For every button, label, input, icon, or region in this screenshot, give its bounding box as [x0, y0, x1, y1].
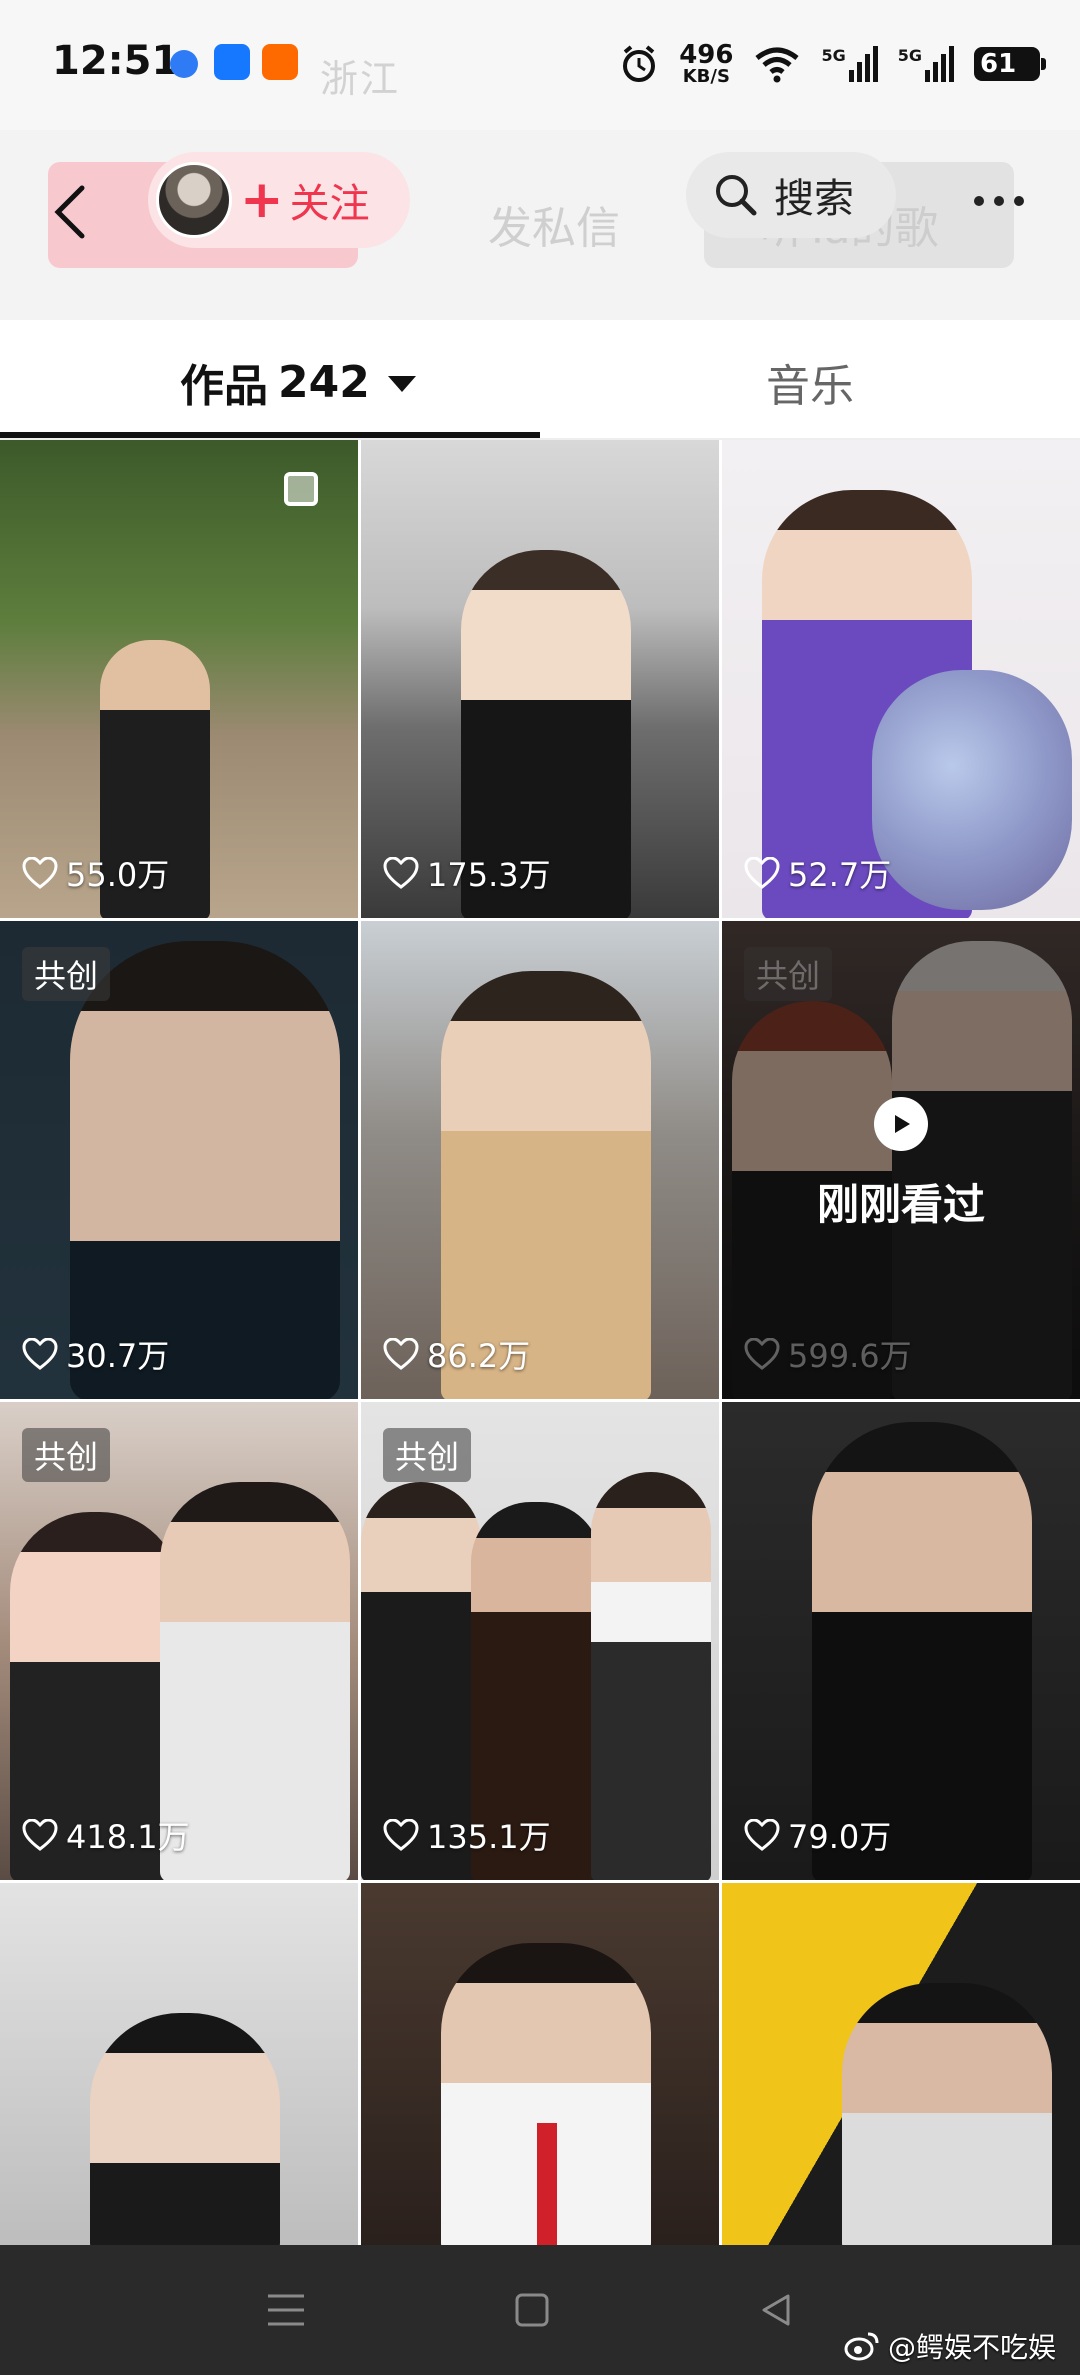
like-count: 175.3万	[383, 850, 551, 896]
heart-icon	[383, 1819, 419, 1851]
video-thumbnail[interactable]: 86.2万	[361, 921, 719, 1399]
back-triangle-icon	[762, 2294, 790, 2326]
content-tabs: 作品 242 音乐	[0, 320, 1080, 440]
co-creation-badge: 共创	[744, 947, 833, 1001]
profile-header: 发私信 听Ta的歌 + 关注 搜索	[0, 130, 1080, 320]
co-creation-badge: 共创	[383, 1428, 472, 1482]
avatar[interactable]	[156, 162, 232, 238]
video-thumbnail-seen[interactable]: 共创 刚刚看过 599.6万	[722, 921, 1080, 1399]
like-count: 135.1万	[383, 1812, 551, 1858]
network-speed: 496 KB/S	[679, 40, 734, 87]
video-thumbnail[interactable]: 共创 30.7万	[0, 921, 358, 1399]
tab-works-label: 作品	[180, 361, 268, 412]
status-time: 12:51	[52, 38, 180, 84]
co-creation-badge: 共创	[22, 947, 111, 1001]
video-thumbnail[interactable]: 79.0万	[722, 1402, 1080, 1880]
co-creation-badge: 共创	[22, 1428, 111, 1482]
heart-icon	[22, 1338, 58, 1370]
back-nav-button[interactable]	[746, 2285, 806, 2335]
tab-music[interactable]: 音乐	[766, 350, 854, 414]
app-notification-icon	[170, 50, 198, 78]
search-label: 搜索	[774, 176, 854, 222]
play-icon	[874, 1097, 928, 1151]
follow-button[interactable]: + 关注	[148, 152, 410, 248]
wifi-icon	[755, 47, 800, 83]
dot-icon	[974, 196, 984, 206]
search-button[interactable]: 搜索	[686, 152, 896, 238]
video-thumbnail[interactable]: 52.7万	[722, 440, 1080, 918]
weibo-logo-icon	[844, 2332, 879, 2361]
ghost-message-button: 发私信	[488, 203, 620, 254]
video-thumbnail[interactable]: 175.3万	[361, 440, 719, 918]
recently-viewed-label: 刚刚看过	[816, 1180, 985, 1229]
like-count: 52.7万	[744, 850, 891, 896]
video-thumbnail[interactable]: 55.0万	[0, 440, 358, 918]
back-button[interactable]	[40, 172, 100, 252]
taobao-icon	[262, 44, 298, 80]
plus-icon: +	[240, 170, 284, 230]
like-count: 30.7万	[22, 1331, 169, 1377]
battery-indicator: 61	[974, 47, 1046, 81]
heart-icon	[22, 857, 58, 889]
signal-5g-2: 5G	[898, 46, 954, 82]
heart-icon	[383, 1338, 419, 1370]
chevron-left-icon	[54, 185, 85, 239]
like-count: 55.0万	[22, 850, 169, 896]
tab-works[interactable]: 作品 242	[180, 350, 416, 414]
menu-icon	[268, 2294, 304, 2326]
alarm-icon	[623, 45, 656, 82]
more-options-button[interactable]	[964, 176, 1034, 226]
video-thumbnail[interactable]: 共创 418.1万	[0, 1402, 358, 1880]
dot-icon	[1014, 196, 1024, 206]
menu-button[interactable]	[256, 2285, 316, 2335]
video-thumbnail[interactable]: 共创 135.1万	[361, 1402, 719, 1880]
heart-icon	[744, 1338, 780, 1370]
home-square-icon	[515, 2293, 549, 2327]
dot-icon	[994, 196, 1004, 206]
weibo-watermark: @鳄娱不吃娱	[844, 2326, 1056, 2366]
home-button[interactable]	[502, 2285, 562, 2335]
like-count: 418.1万	[22, 1812, 190, 1858]
select-checkbox[interactable]	[284, 472, 318, 506]
signal-5g-1: 5G	[821, 46, 878, 82]
alipay-icon	[214, 44, 250, 80]
video-grid: 55.0万 175.3万 52.7万 共创 30.7万 86.2万 共创 刚刚看…	[0, 440, 1080, 2245]
heart-icon	[744, 1819, 780, 1851]
like-count: 86.2万	[383, 1331, 530, 1377]
follow-label: 关注	[289, 181, 370, 227]
heart-icon	[383, 857, 419, 889]
heart-icon	[22, 1819, 58, 1851]
status-bar: 浙江 12:51 496 KB/S 5G 5G 61	[0, 0, 1080, 130]
video-thumbnail[interactable]	[0, 1883, 358, 2245]
video-thumbnail[interactable]	[722, 1883, 1080, 2245]
video-thumbnail[interactable]	[361, 1883, 719, 2245]
status-icons: 496 KB/S 5G 5G 61	[619, 40, 1046, 88]
tab-works-count: 242	[278, 356, 370, 408]
like-count: 79.0万	[744, 1812, 891, 1858]
search-icon	[716, 175, 757, 216]
caret-down-icon	[387, 376, 416, 392]
like-count: 599.6万	[744, 1331, 912, 1377]
heart-icon	[744, 857, 780, 889]
